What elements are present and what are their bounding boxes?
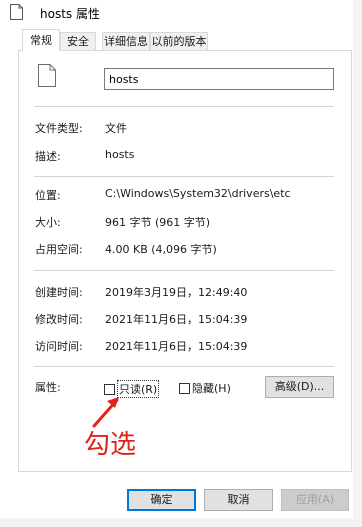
tab-previous-versions[interactable]: 以前的版本 — [150, 32, 208, 50]
title-bar: hosts 属性 — [0, 0, 353, 28]
location-value: C:\Windows\System32\drivers\etc — [105, 187, 291, 200]
file-icon — [10, 4, 23, 20]
divider — [34, 106, 334, 107]
divider — [34, 176, 334, 177]
properties-window: hosts 属性 常规 安全 详细信息 以前的版本 文件类型: 文件 描述: h… — [0, 0, 362, 527]
file-type-value: 文件 — [105, 122, 127, 135]
hidden-checkbox-box[interactable] — [179, 382, 190, 394]
divider — [34, 366, 334, 367]
hidden-checkbox[interactable]: 隐藏(H) — [179, 380, 231, 396]
accessed-value: 2021年11月6日，15:04:39 — [105, 340, 248, 353]
description-value: hosts — [105, 148, 135, 161]
created-label: 创建时间: — [35, 286, 83, 299]
description-label: 描述: — [35, 150, 61, 163]
tab-content-panel — [18, 50, 352, 472]
size-on-disk-label: 占用空间: — [35, 243, 83, 256]
window-shadow-right — [353, 0, 362, 527]
tab-security[interactable]: 安全 — [60, 32, 96, 50]
ok-button[interactable]: 确定 — [127, 489, 196, 511]
advanced-button[interactable]: 高级(D)... — [265, 376, 334, 398]
tab-details[interactable]: 详细信息 — [102, 32, 150, 50]
created-value: 2019年3月19日，12:49:40 — [105, 286, 248, 299]
annotation-text: 勾选 — [84, 430, 137, 460]
hidden-checkbox-label: 隐藏(H) — [192, 382, 231, 395]
size-value: 961 字节 (961 字节) — [105, 216, 211, 229]
accessed-label: 访问时间: — [35, 340, 83, 353]
window-shadow-bottom — [0, 518, 362, 527]
location-label: 位置: — [35, 189, 61, 202]
attributes-label: 属性: — [35, 381, 61, 394]
modified-label: 修改时间: — [35, 313, 83, 326]
size-label: 大小: — [35, 216, 61, 229]
tab-general[interactable]: 常规 — [22, 29, 60, 51]
divider — [34, 270, 334, 271]
apply-button[interactable]: 应用(A) — [281, 489, 349, 511]
window-title: hosts 属性 — [40, 7, 100, 21]
size-on-disk-value: 4.00 KB (4,096 字节) — [105, 243, 217, 256]
file-type-label: 文件类型: — [35, 122, 83, 135]
modified-value: 2021年11月6日，15:04:39 — [105, 313, 248, 326]
file-name-field[interactable] — [104, 68, 334, 90]
cancel-button[interactable]: 取消 — [204, 489, 273, 511]
document-icon — [38, 64, 56, 87]
